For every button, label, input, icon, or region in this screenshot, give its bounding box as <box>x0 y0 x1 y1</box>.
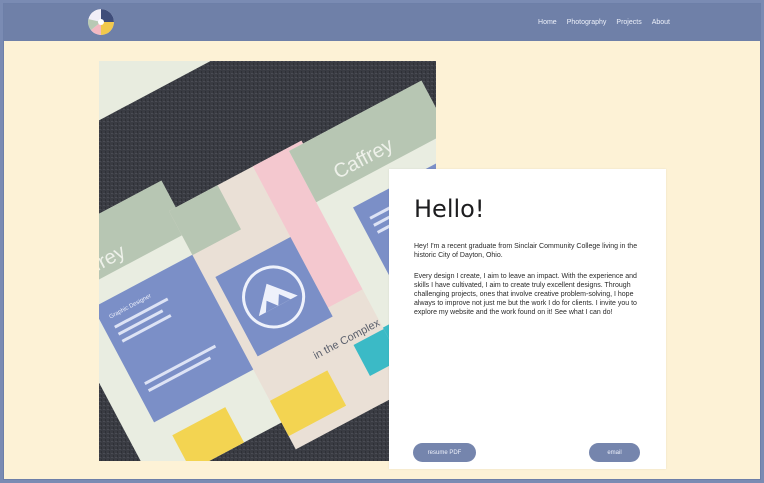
logo-icon[interactable] <box>88 9 114 35</box>
nav-link-home[interactable]: Home <box>538 19 557 26</box>
business-cards-illustration: Caffrey Graphic Designer in the Complex … <box>99 61 436 461</box>
intro-heading: Hello! <box>414 195 485 223</box>
top-navbar: Home Photography Projects About <box>4 4 760 41</box>
browser-frame: Home Photography Projects About Caffrey … <box>3 3 761 480</box>
resume-pdf-button[interactable]: resume PDF <box>413 443 476 462</box>
business-cards-photo: Caffrey Graphic Designer in the Complex … <box>99 61 436 461</box>
nav-link-about[interactable]: About <box>652 19 670 26</box>
email-button[interactable]: email <box>589 443 640 462</box>
nav-link-photography[interactable]: Photography <box>567 19 607 26</box>
about-paragraph: Every design I create, I aim to leave an… <box>414 273 637 316</box>
intro-card: Hello! Hey! I'm a recent graduate from S… <box>389 169 666 469</box>
main-nav: Home Photography Projects About <box>538 19 670 26</box>
nav-link-projects[interactable]: Projects <box>616 19 641 26</box>
logo-mark <box>88 9 114 35</box>
intro-paragraph: Hey! I'm a recent graduate from Sinclair… <box>414 243 638 259</box>
